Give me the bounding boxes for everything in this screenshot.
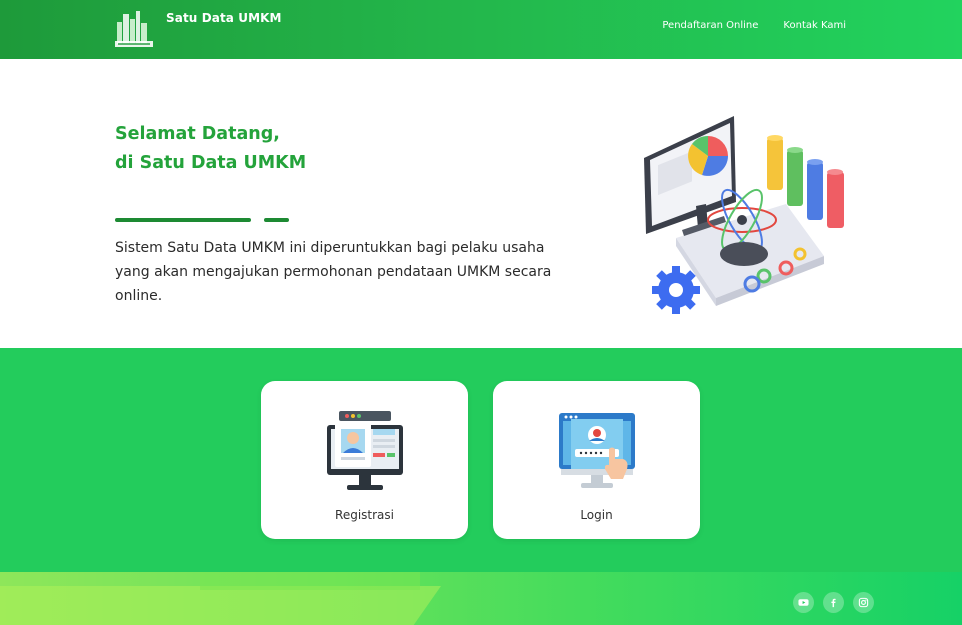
- login-card[interactable]: Login: [493, 381, 700, 539]
- footer: [0, 572, 962, 625]
- instagram-link[interactable]: [853, 592, 874, 613]
- hero-title-line2: di Satu Data UMKM: [115, 153, 307, 173]
- hero-description: Sistem Satu Data UMKM ini diperuntukkan …: [115, 240, 552, 304]
- title-underline-long: [115, 218, 251, 222]
- login-screen-icon: [559, 413, 635, 488]
- main-nav: Pendaftaran Online Kontak Kami: [662, 20, 846, 31]
- hero-title: Selamat Datang, di Satu Data UMKM: [115, 120, 306, 178]
- youtube-icon: [798, 599, 809, 606]
- login-label: Login: [580, 508, 613, 522]
- instagram-icon: [858, 597, 869, 608]
- action-section: [0, 348, 962, 572]
- city-logo-icon[interactable]: [113, 8, 155, 48]
- footer-decor-shape: [0, 586, 442, 625]
- title-underline-short: [264, 218, 289, 222]
- data-analytics-illustration-icon: [644, 116, 844, 314]
- facebook-icon: [831, 598, 836, 608]
- nav-kontak-kami[interactable]: Kontak Kami: [783, 20, 846, 31]
- registrasi-card[interactable]: Registrasi: [261, 381, 468, 539]
- top-navbar: Satu Data UMKM Pendaftaran Online Kontak…: [0, 0, 962, 59]
- registration-monitor-icon: [327, 411, 403, 490]
- social-links: [793, 592, 874, 613]
- brand-title[interactable]: Satu Data UMKM: [166, 11, 282, 25]
- footer-decor-band: [200, 572, 420, 590]
- registrasi-label: Registrasi: [335, 508, 394, 522]
- hero-title-line1: Selamat Datang,: [115, 124, 280, 144]
- nav-pendaftaran-online[interactable]: Pendaftaran Online: [662, 20, 758, 31]
- facebook-link[interactable]: [823, 592, 844, 613]
- youtube-link[interactable]: [793, 592, 814, 613]
